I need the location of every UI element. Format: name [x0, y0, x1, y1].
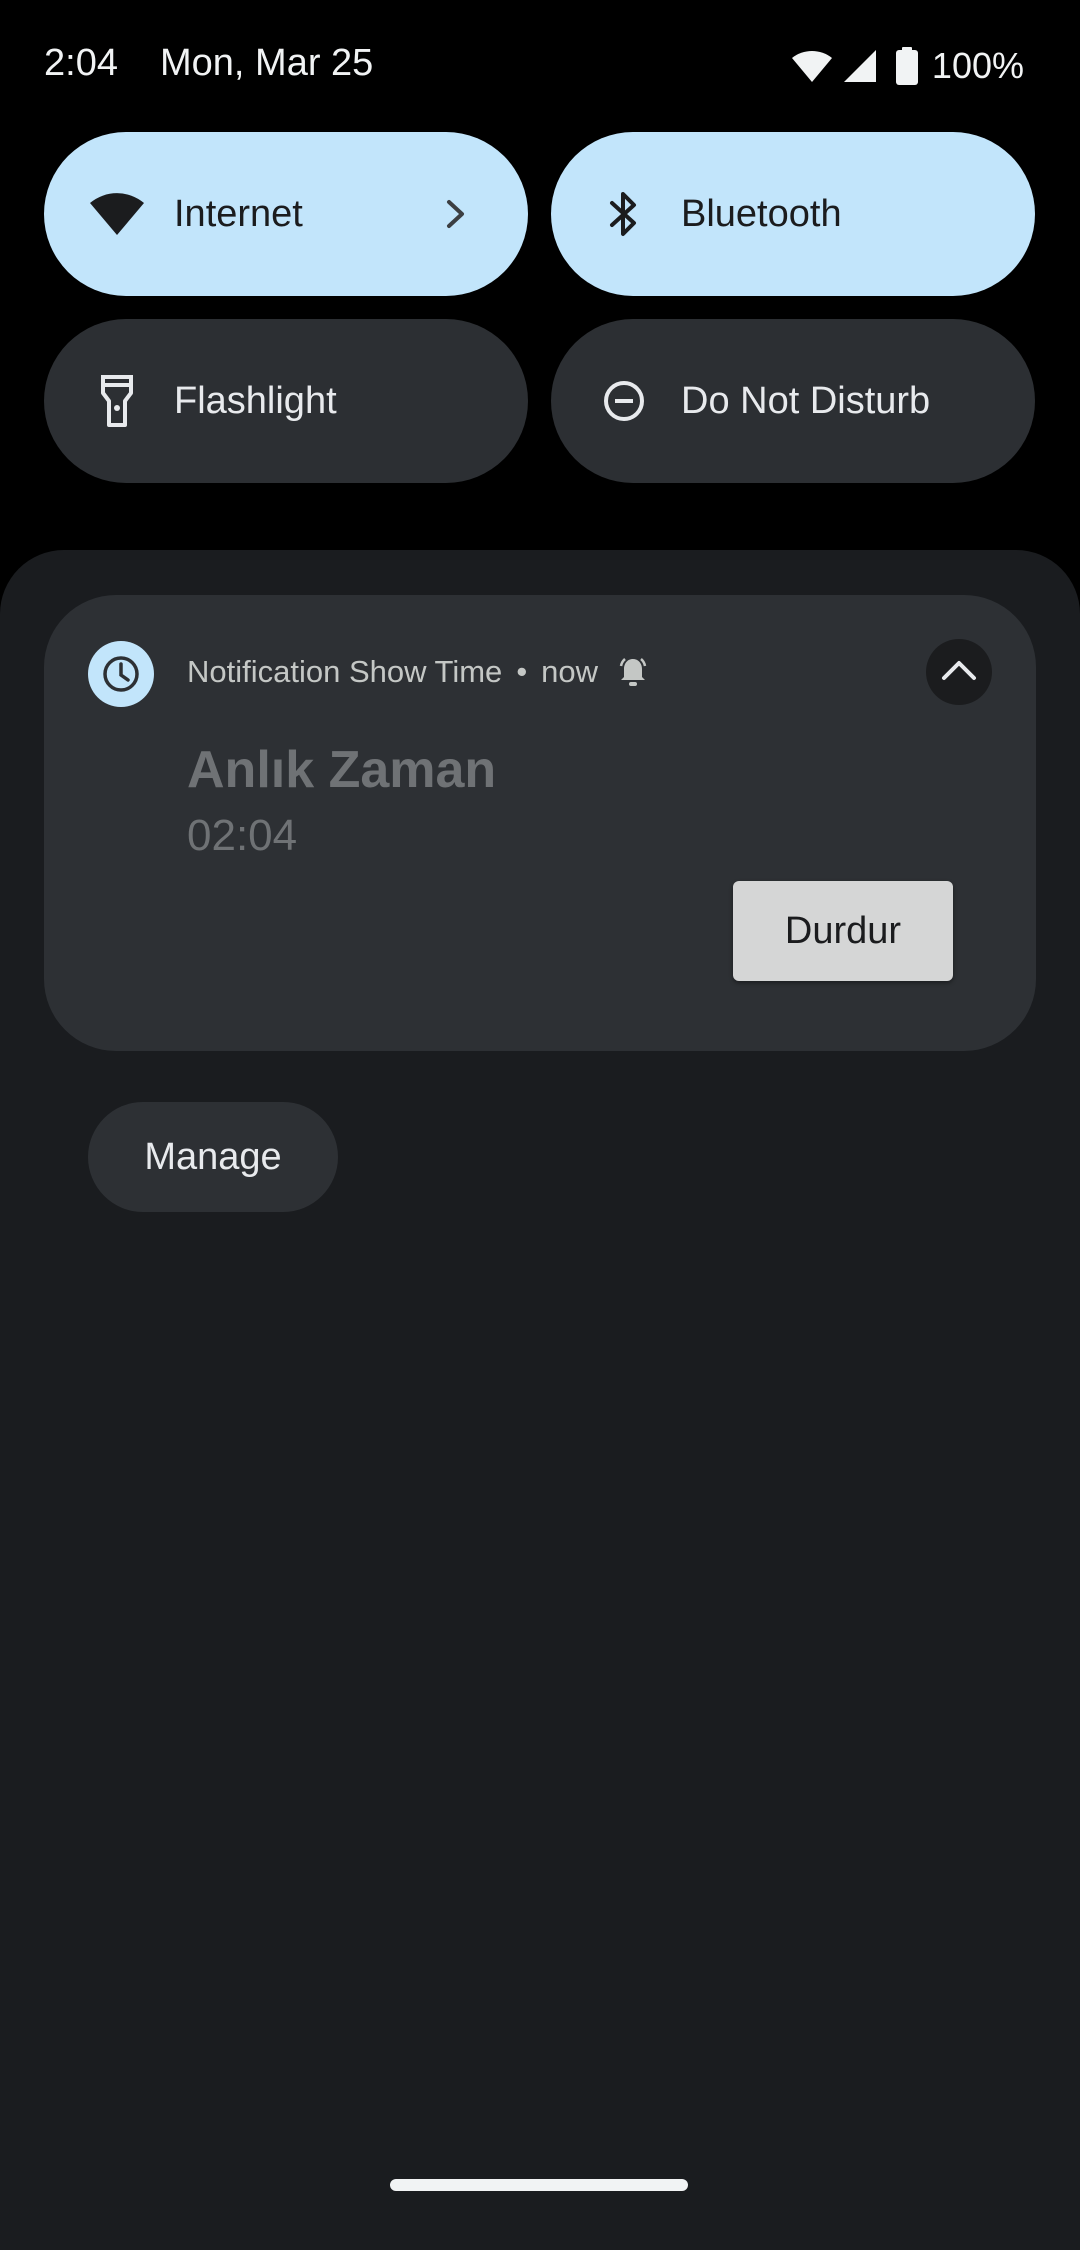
home-indicator[interactable]: [390, 2179, 688, 2191]
battery-icon: [895, 47, 918, 85]
tile-label: Bluetooth: [681, 192, 842, 235]
tile-bluetooth[interactable]: Bluetooth: [551, 132, 1035, 296]
collapse-button[interactable]: [926, 639, 992, 705]
tile-internet[interactable]: Internet: [44, 132, 528, 296]
do-not-disturb-icon: [593, 370, 655, 432]
tile-do-not-disturb[interactable]: Do Not Disturb: [551, 319, 1035, 483]
app-name: Notification Show Time: [187, 654, 503, 689]
tile-label: Internet: [174, 192, 303, 235]
notification-text: 02:04: [187, 811, 298, 860]
bell-icon: [618, 656, 648, 688]
status-time: 2:04: [44, 42, 118, 84]
separator: •: [516, 654, 528, 689]
notification-title: Anlık Zaman: [187, 741, 497, 799]
battery-percent: 100%: [931, 45, 1024, 86]
cell-signal-icon: [842, 48, 878, 84]
manage-button[interactable]: Manage: [88, 1102, 338, 1212]
notification-card[interactable]: Notification Show Time • now Anlık Zaman…: [44, 595, 1036, 1051]
wifi-icon: [790, 48, 834, 84]
status-icons: 100%: [790, 42, 1024, 90]
notification-header: Notification Show Time • now: [187, 654, 648, 690]
chevron-up-icon: [940, 658, 978, 687]
clock-icon: [88, 641, 154, 707]
tile-label: Flashlight: [174, 379, 337, 422]
status-date: Mon, Mar 25: [160, 42, 374, 84]
chevron-right-icon[interactable]: [428, 186, 484, 242]
bluetooth-icon: [593, 183, 655, 245]
tile-label: Do Not Disturb: [681, 379, 931, 422]
flashlight-icon: [86, 370, 148, 432]
wifi-icon: [86, 183, 148, 245]
stop-button[interactable]: Durdur: [733, 881, 953, 981]
tile-flashlight[interactable]: Flashlight: [44, 319, 528, 483]
notification-time: now: [541, 654, 599, 689]
status-bar: 2:04 Mon, Mar 25 100%: [0, 0, 1080, 130]
